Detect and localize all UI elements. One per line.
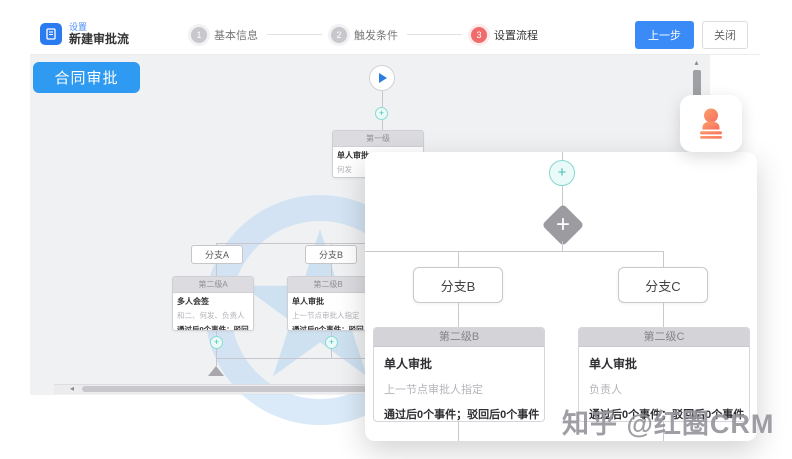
connector-line	[458, 422, 459, 441]
step-connector	[267, 34, 322, 35]
step-number: 2	[331, 27, 347, 43]
connector-line	[216, 349, 217, 358]
node-card-level2b[interactable]: 第二级B 单人审批 上一节点审批人指定 通过后0个事件；驳回后0个事件	[287, 276, 369, 331]
node-card-header: 第二级B	[288, 277, 368, 293]
node-card-header: 第一级	[333, 131, 423, 147]
approval-type: 单人审批	[384, 355, 534, 372]
scroll-up-arrow[interactable]: ▴	[690, 57, 703, 69]
step-label: 基本信息	[214, 27, 258, 43]
step-label: 设置流程	[494, 27, 538, 43]
add-node-button[interactable]: +	[375, 107, 388, 120]
branch-line	[216, 243, 370, 244]
zoom-overlay-panel: + + 分支B 分支C 第二级B 单人审批 上一节点审批人指定 通过后0个事件；…	[365, 152, 757, 441]
plus-icon: +	[556, 213, 570, 237]
branch-line	[365, 251, 664, 252]
stamp-card	[680, 95, 742, 152]
branch-node-c[interactable]: 分支C	[618, 267, 708, 303]
node-card-level2b[interactable]: 第二级B 单人审批 上一节点审批人指定 通过后0个事件；驳回后0个事件	[373, 327, 545, 422]
step-set-flow[interactable]: 3 设置流程	[471, 27, 538, 43]
topbar-buttons: 上一步 关闭	[635, 21, 748, 49]
merge-line	[216, 358, 370, 359]
approver: 和二、何发、负责人	[177, 310, 249, 321]
topbar: 设置 新建审批流 1 基本信息 2 触发条件 3 设置流程 上一步 关闭	[30, 15, 760, 55]
branch-node-a[interactable]: 分支A	[191, 245, 243, 264]
page-title: 新建审批流	[69, 33, 129, 47]
app-identity: 设置 新建审批流	[40, 22, 129, 46]
connector-line	[562, 152, 563, 160]
step-connector	[407, 34, 462, 35]
step-basic-info[interactable]: 1 基本信息	[191, 27, 258, 43]
step-indicator: 1 基本信息 2 触发条件 3 设置流程	[191, 27, 538, 43]
scroll-left-arrow[interactable]: ◂	[66, 384, 78, 394]
approval-type: 单人审批	[292, 296, 364, 307]
step-label: 触发条件	[354, 27, 398, 43]
flow-name-badge: 合同审批	[33, 62, 140, 93]
approver: 上一节点审批人指定	[384, 381, 534, 397]
stamp-icon	[693, 106, 729, 142]
close-button[interactable]: 关闭	[702, 21, 748, 49]
events-summary: 通过后0个事件；驳回后0个事件	[292, 324, 364, 331]
connector-line	[331, 349, 332, 358]
approver: 上一节点审批人指定	[292, 310, 364, 321]
node-card-header: 第二级C	[579, 328, 749, 347]
add-node-button[interactable]: +	[325, 336, 338, 349]
end-node-icon	[208, 366, 224, 376]
condition-branch-node[interactable]: +	[542, 204, 584, 246]
approval-type: 多人会签	[177, 296, 249, 307]
connector-line	[663, 251, 664, 267]
events-summary: 通过后0个事件；驳回后0个事件	[384, 406, 534, 422]
connector-line	[663, 303, 664, 327]
node-card-header: 第二级B	[374, 328, 544, 347]
node-card-header: 第二级A	[173, 277, 253, 293]
step-trigger-condition[interactable]: 2 触发条件	[331, 27, 398, 43]
connector-line	[382, 91, 383, 107]
previous-step-button[interactable]: 上一步	[635, 21, 694, 49]
connector-line	[331, 264, 332, 276]
node-card-level2a[interactable]: 第二级A 多人会签 和二、何发、负责人 通过后0个事件；驳回后0个事件	[172, 276, 254, 331]
app-icon	[40, 23, 62, 45]
connector-line	[458, 303, 459, 327]
step-number: 1	[191, 27, 207, 43]
add-node-button[interactable]: +	[210, 336, 223, 349]
start-node[interactable]	[369, 65, 395, 91]
add-node-button[interactable]: +	[549, 160, 575, 186]
branch-node-b[interactable]: 分支B	[305, 245, 357, 264]
events-summary: 通过后0个事件；驳回后0个事件	[177, 324, 249, 331]
approver: 负责人	[589, 381, 739, 397]
approval-type: 单人审批	[589, 355, 739, 372]
connector-line	[216, 264, 217, 276]
connector-line	[216, 358, 217, 366]
branch-node-b[interactable]: 分支B	[413, 267, 503, 303]
step-number: 3	[471, 27, 487, 43]
connector-line	[382, 120, 383, 130]
watermark-text: 知乎 @红圈CRM	[562, 402, 774, 441]
play-icon	[379, 73, 387, 83]
page: 设置 新建审批流 1 基本信息 2 触发条件 3 设置流程 上一步 关闭	[0, 0, 792, 459]
connector-line	[458, 251, 459, 267]
